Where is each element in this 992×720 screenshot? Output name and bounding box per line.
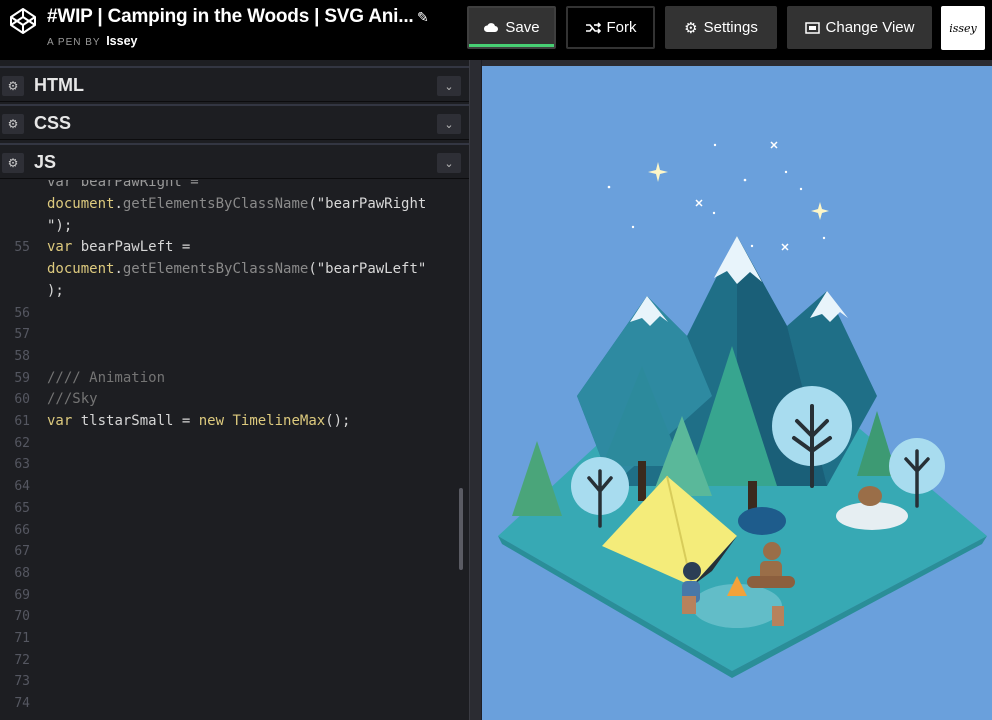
html-panel-title: HTML <box>34 75 84 95</box>
css-panel-header[interactable]: ⚙ CSS ⌄ <box>0 104 469 140</box>
line-number: 74 <box>14 696 30 712</box>
css-collapse-chevron-icon[interactable]: ⌄ <box>437 114 461 134</box>
line-number: 66 <box>14 522 30 538</box>
codepen-logo-icon[interactable] <box>8 6 38 36</box>
code-scrollbar-thumb[interactable] <box>459 488 463 570</box>
css-settings-gear-icon[interactable]: ⚙ <box>2 114 24 134</box>
line-number: 72 <box>14 652 30 668</box>
clipped-code-line: var bearPawRight = <box>47 180 199 190</box>
stars <box>607 141 829 251</box>
code-line: var bearPawLeft = <box>47 239 191 256</box>
js-panel-title: JS <box>34 152 57 172</box>
js-settings-gear-icon[interactable]: ⚙ <box>2 153 24 173</box>
line-number: 70 <box>14 609 30 625</box>
line-number: 69 <box>14 587 30 603</box>
html-settings-gear-icon[interactable]: ⚙ <box>2 76 24 96</box>
code-line: document.getElementsByClassName("bearPaw… <box>47 196 427 212</box>
line-number: 61 <box>14 414 30 429</box>
fork-label: Fork <box>606 19 637 36</box>
author-link[interactable]: Issey <box>106 34 137 48</box>
line-number: 63 <box>14 457 30 473</box>
avatar-text: issey <box>949 21 977 35</box>
css-panel-title: CSS <box>34 113 72 133</box>
code-line: document.getElementsByClassName("bearPaw… <box>47 261 427 278</box>
preview-pane[interactable] <box>482 66 992 720</box>
line-number: 73 <box>14 674 30 690</box>
js-collapse-chevron-icon[interactable]: ⌄ <box>437 153 461 173</box>
pen-title[interactable]: #WIP | Camping in the Woods | SVG Ani... <box>47 6 414 28</box>
gear-icon: ⚙ <box>684 19 698 37</box>
fork-button[interactable]: Fork <box>566 6 655 49</box>
js-code-editor[interactable]: var bearPawRight = document.getElementsB… <box>0 180 469 720</box>
line-number: 62 <box>14 435 30 451</box>
code-line: ///Sky <box>47 391 98 408</box>
line-number: 71 <box>14 631 30 646</box>
header-bar: #WIP | Camping in the Woods | SVG Ani...… <box>0 0 992 60</box>
line-number: 67 <box>14 544 30 560</box>
settings-button[interactable]: ⚙ Settings <box>665 6 777 49</box>
line-number: 64 <box>14 479 30 495</box>
code-line: "); <box>47 217 73 234</box>
code-line: var tlstarSmall = new TimelineMax(); <box>47 413 351 429</box>
save-button[interactable]: Save <box>467 6 556 49</box>
fork-icon <box>585 21 601 34</box>
line-number: 68 <box>14 565 30 581</box>
line-number: 56 <box>14 305 30 321</box>
code-line: ); <box>47 282 64 299</box>
html-panel-header[interactable]: ⚙ HTML ⌄ <box>0 66 469 102</box>
line-number: 55 <box>14 240 30 256</box>
line-number: 60 <box>14 392 30 408</box>
pane-resizer[interactable] <box>469 60 481 720</box>
code-line: //// Animation <box>47 369 166 386</box>
cloud-icon <box>484 23 499 32</box>
user-avatar[interactable]: issey <box>941 6 985 50</box>
line-number: 59 <box>14 370 30 386</box>
pen-byline: A PEN BY Issey <box>47 34 137 48</box>
change-view-label: Change View <box>825 19 915 36</box>
line-number: 65 <box>14 500 30 516</box>
line-number: 57 <box>14 327 30 343</box>
js-panel-header[interactable]: ⚙ JS ⌄ <box>0 143 469 179</box>
html-collapse-chevron-icon[interactable]: ⌄ <box>437 76 461 96</box>
change-view-button[interactable]: Change View <box>787 6 932 49</box>
layout-icon <box>804 21 820 34</box>
line-number: 58 <box>14 348 30 364</box>
byline-prefix: A PEN BY <box>47 37 101 48</box>
save-label: Save <box>505 19 540 36</box>
settings-label: Settings <box>703 19 758 36</box>
edit-pencil-icon[interactable]: ✎ <box>417 9 429 26</box>
camping-scene-illustration <box>498 141 987 678</box>
